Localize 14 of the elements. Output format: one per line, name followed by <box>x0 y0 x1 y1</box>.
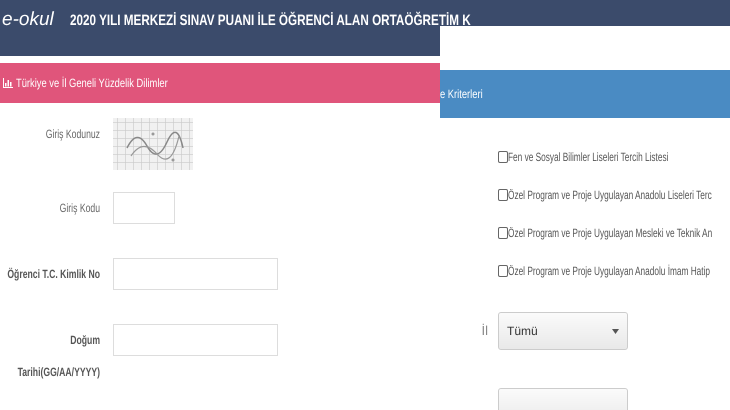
field-label: Giriş Kodu <box>58 200 100 217</box>
select-label: İl <box>480 322 489 340</box>
field-label: Doğum Tarihi(GG/AA/YYYY) <box>16 332 100 381</box>
checkbox-label: Özel Program ve Proje Uygulayan Anadolu İmam Hatip <box>508 263 710 280</box>
panel-title: Türkiye ve İl Geneli Yüzdelik Dilimler <box>16 75 168 92</box>
select-field[interactable]: Tümü <box>498 312 628 350</box>
logo[interactable]: e-okul <box>2 6 54 34</box>
field-label: Giriş Kodunuz <box>44 126 100 143</box>
checkbox-label: Özel Program ve Proje Uygulayan Anadolu Liseleri Terc <box>508 187 712 204</box>
panel-title: e Kriterleri <box>440 86 483 103</box>
checkbox-label: Özel Program ve Proje Uygulayan Mesleki ve Teknik An <box>508 225 712 242</box>
field-label: Öğrenci T.C. Kimlik No <box>6 266 100 283</box>
page-title: 2020 YILI MERKEZİ SINAV PUANI İLE ÖĞRENCİ ALAN ORTAÖĞRETİM K <box>70 10 471 31</box>
checkbox-label: Fen ve Sosyal Bilimler Liseleri Tercih Listesi <box>508 149 668 166</box>
